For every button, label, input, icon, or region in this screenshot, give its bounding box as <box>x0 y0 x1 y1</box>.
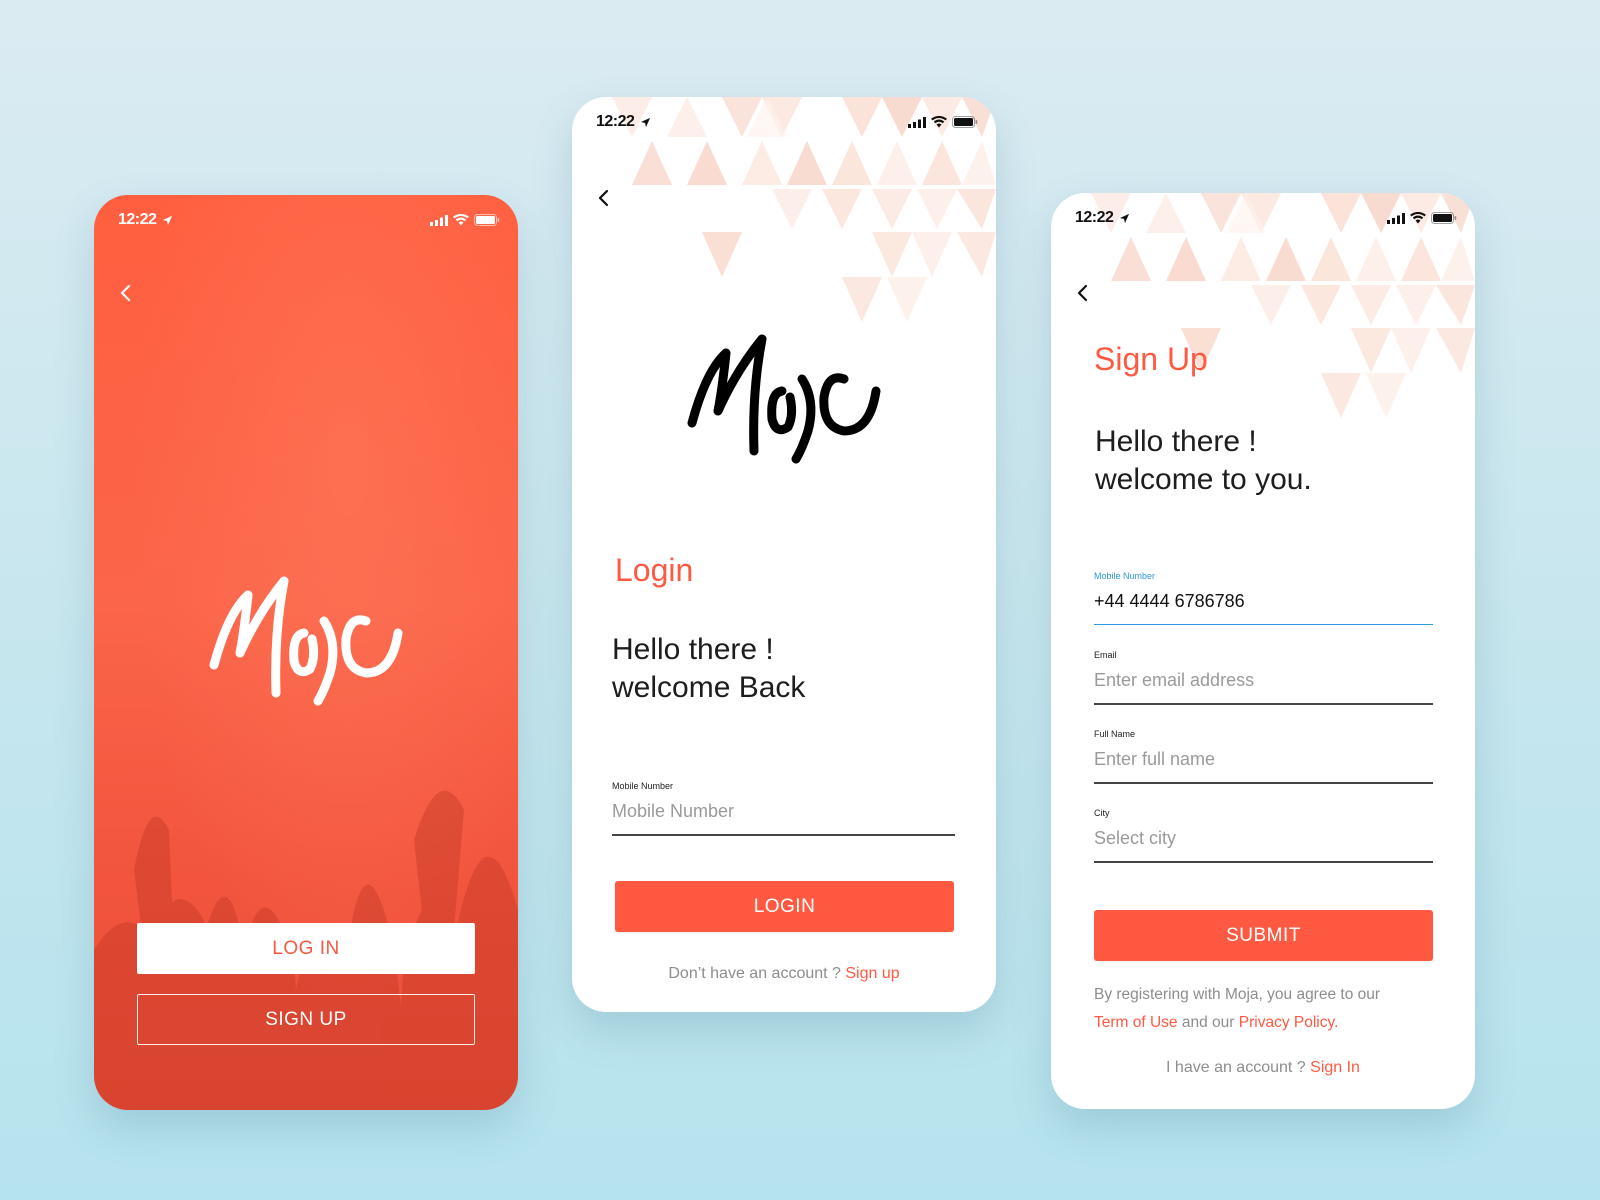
signin-prompt-text: I have an account ? <box>1166 1059 1306 1076</box>
wifi-icon <box>1410 212 1426 224</box>
login-submit-button[interactable]: LOGIN <box>615 881 954 932</box>
status-bar: 12:22 <box>94 195 518 245</box>
page-title: Sign Up <box>1094 341 1208 377</box>
signin-link[interactable]: Sign In <box>1310 1059 1360 1076</box>
city-label: City <box>1094 808 1110 818</box>
back-button[interactable] <box>114 281 138 305</box>
full-name-input[interactable] <box>1094 749 1433 784</box>
mobile-number-input[interactable] <box>612 801 955 836</box>
legal-text-2: and our <box>1181 1014 1235 1031</box>
status-time: 12:22 <box>1075 209 1114 226</box>
greeting: Hello there ! welcome to you. <box>1095 423 1312 499</box>
mobile-number-label: Mobile Number <box>1094 571 1156 581</box>
moja-logo: Moja <box>687 334 881 464</box>
status-bar: 12:22 <box>1051 193 1475 243</box>
page-title: Login <box>615 552 694 588</box>
mobile-number-input[interactable] <box>1094 591 1433 625</box>
signup-link[interactable]: Sign up <box>845 965 899 982</box>
back-button[interactable] <box>1071 281 1095 305</box>
mobile-number-label: Mobile Number <box>612 781 674 791</box>
mobile-number-field: Mobile Number <box>612 781 955 836</box>
greeting-line-1: Hello there ! <box>1095 425 1257 458</box>
signin-prompt: I have an account ? Sign In <box>1051 1059 1475 1077</box>
status-bar: 12:22 <box>572 97 996 147</box>
welcome-screen: 12:22 Moja LOG IN SIGN UP <box>94 195 518 1110</box>
status-time: 12:22 <box>596 113 635 130</box>
battery-icon <box>1431 212 1457 224</box>
greeting-line-1: Hello there ! <box>612 633 774 666</box>
full-name-field: Full Name <box>1094 729 1433 784</box>
greeting: Hello there ! welcome Back <box>612 631 805 707</box>
full-name-label: Full Name <box>1094 729 1136 739</box>
signup-button[interactable]: SIGN UP <box>137 994 475 1045</box>
email-field: Email <box>1094 650 1433 705</box>
city-select[interactable] <box>1094 828 1433 863</box>
battery-icon <box>474 214 500 226</box>
greeting-line-2: welcome to you. <box>1095 463 1312 496</box>
legal-notice: By registering with Moja, you agree to o… <box>1094 981 1444 1037</box>
legal-text-1: By registering with Moja, you agree to o… <box>1094 986 1381 1003</box>
email-input[interactable] <box>1094 670 1433 705</box>
back-button[interactable] <box>592 186 616 210</box>
mobile-number-field: Mobile Number <box>1094 571 1433 625</box>
status-time: 12:22 <box>118 211 157 228</box>
signal-icon <box>908 116 926 128</box>
wifi-icon <box>453 214 469 226</box>
moja-logo: Moja <box>209 576 403 706</box>
wifi-icon <box>931 116 947 128</box>
signup-prompt: Don’t have an account ? Sign up <box>572 965 996 983</box>
greeting-line-2: welcome Back <box>612 671 806 704</box>
battery-icon <box>952 116 978 128</box>
signup-prompt-text: Don’t have an account ? <box>668 965 841 982</box>
signal-icon <box>1387 212 1405 224</box>
email-label: Email <box>1094 650 1117 660</box>
signal-icon <box>430 214 448 226</box>
login-screen: 12:22 Moja Login Hello there ! welcome B… <box>572 97 996 1012</box>
terms-of-use-link[interactable]: Term of Use <box>1094 1014 1178 1031</box>
signup-screen: 12:22 Sign Up Hello there ! welcome to y… <box>1051 193 1475 1109</box>
location-arrow-icon <box>163 215 173 225</box>
privacy-policy-link[interactable]: Privacy Policy. <box>1239 1014 1339 1031</box>
login-button[interactable]: LOG IN <box>137 923 475 974</box>
location-arrow-icon <box>641 117 651 127</box>
submit-button[interactable]: SUBMIT <box>1094 910 1433 961</box>
city-field: City <box>1094 808 1433 863</box>
location-arrow-icon <box>1120 213 1130 223</box>
